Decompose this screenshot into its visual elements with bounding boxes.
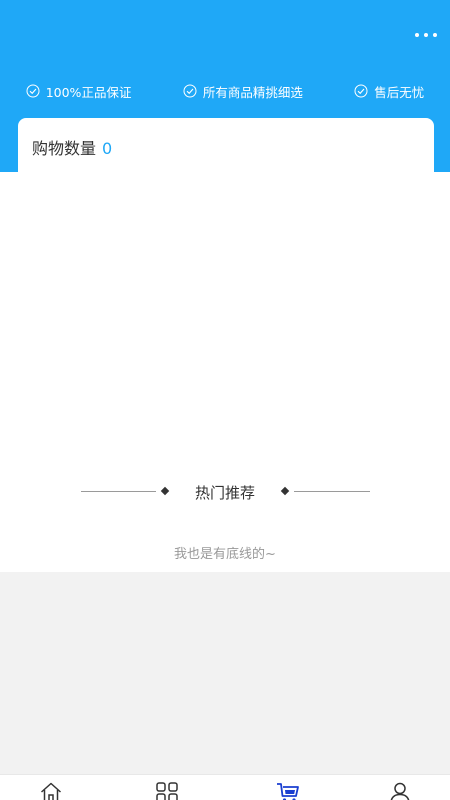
recommend-divider: 热门推荐	[0, 481, 450, 503]
cart-count-label: 购物数量	[32, 139, 97, 158]
more-dot	[415, 33, 419, 37]
recommend-title: 热门推荐	[194, 484, 255, 502]
more-icon[interactable]	[412, 26, 440, 44]
divider-line-right	[294, 491, 370, 492]
cart-icon	[277, 783, 299, 800]
home-icon	[40, 782, 62, 800]
guarantee-label: 100%正品保证	[45, 84, 132, 100]
end-of-list-note: 我也是有底线的~	[174, 547, 276, 562]
guarantee-item: 100%正品保证	[26, 82, 132, 101]
cart-count-value: 0	[102, 139, 113, 158]
tab-home[interactable]	[39, 781, 63, 800]
tab-cart[interactable]	[276, 781, 300, 800]
check-circle-icon	[183, 84, 197, 98]
user-icon	[390, 782, 410, 800]
check-circle-icon	[26, 84, 40, 98]
tab-user[interactable]	[388, 781, 412, 800]
more-dot	[424, 33, 428, 37]
more-dot	[433, 33, 437, 37]
guarantee-label: 售后无忧	[374, 84, 425, 100]
cart-count: 购物数量 0	[32, 135, 112, 159]
check-circle-icon	[354, 84, 368, 98]
tab-category[interactable]	[155, 781, 179, 800]
guarantee-label: 所有商品精挑细选	[202, 84, 303, 100]
tab-bar	[0, 774, 450, 800]
guarantee-row: 100%正品保证 所有商品精挑细选 售后无忧	[0, 80, 450, 102]
guarantee-item: 所有商品精挑细选	[183, 82, 303, 101]
category-icon	[156, 782, 178, 800]
cart-summary-card: 购物数量 0	[18, 118, 434, 178]
cart-content-area	[0, 172, 450, 572]
guarantee-item: 售后无忧	[354, 82, 424, 101]
